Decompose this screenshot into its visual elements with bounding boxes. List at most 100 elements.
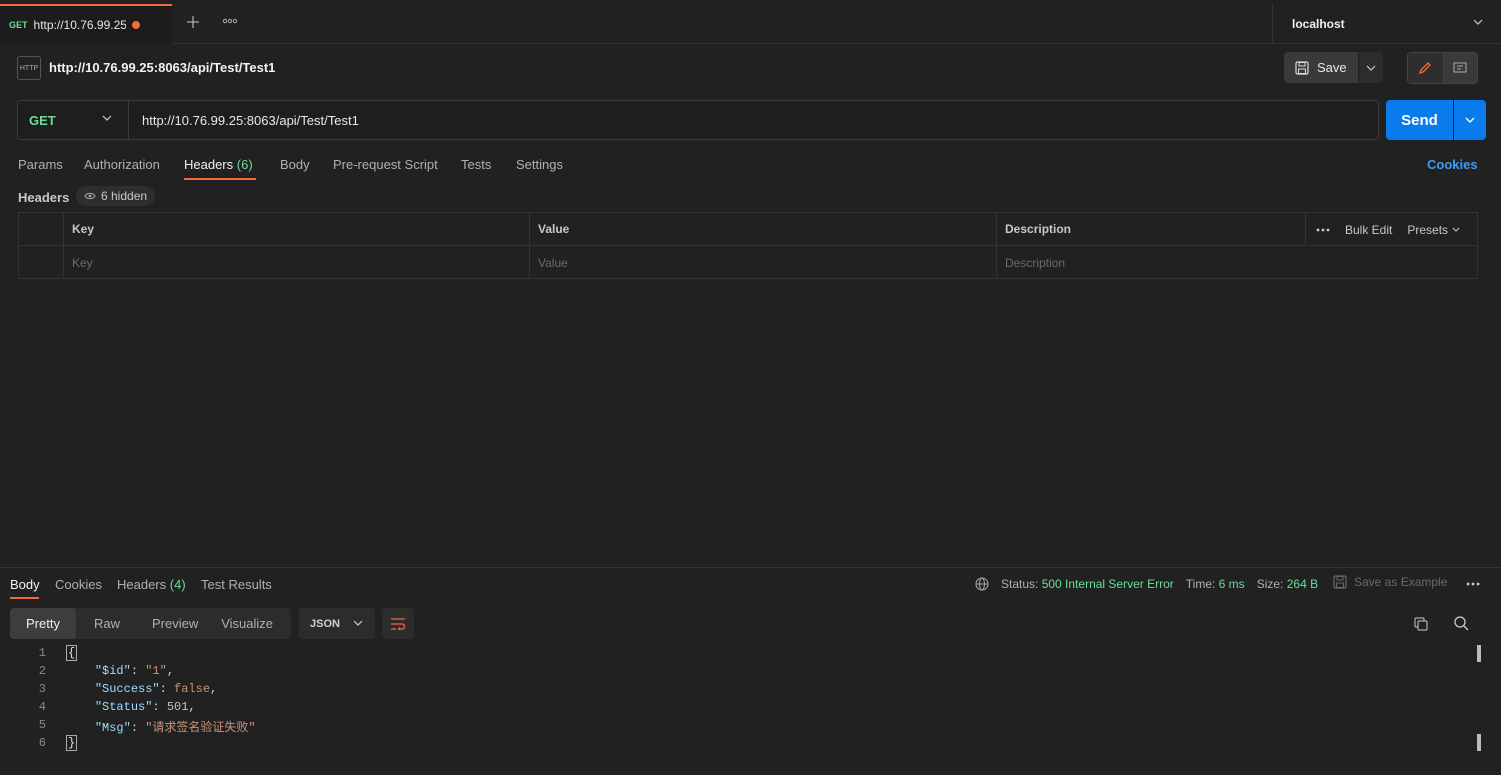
url-bar: GET bbox=[17, 100, 1379, 140]
cookies-link[interactable]: Cookies bbox=[1427, 157, 1478, 172]
request-title[interactable]: http://10.76.99.25:8063/api/Test/Test1 bbox=[49, 60, 275, 75]
tab-headers-label: Headers bbox=[184, 157, 234, 172]
chevron-down-icon bbox=[1465, 117, 1475, 123]
request-tab[interactable]: GET http://10.76.99.25:8063/api/Test/Tes… bbox=[0, 4, 172, 44]
value-input[interactable]: Value bbox=[530, 246, 997, 279]
line-number: 5 bbox=[38, 718, 46, 732]
tab-pre-request-script[interactable]: Pre-request Script bbox=[333, 157, 438, 172]
format-pretty[interactable]: Pretty bbox=[10, 608, 76, 639]
tab-headers[interactable]: Headers (6) bbox=[184, 157, 253, 172]
json-comma: , bbox=[210, 682, 218, 696]
response-meta: Status: 500 Internal Server Error Time: … bbox=[975, 577, 1318, 591]
tab-body[interactable]: Body bbox=[280, 157, 310, 172]
response-tab-cookies[interactable]: Cookies bbox=[55, 577, 102, 592]
search-icon[interactable] bbox=[1454, 616, 1469, 631]
response-tab-test-results[interactable]: Test Results bbox=[201, 577, 272, 592]
json-value: 501 bbox=[166, 700, 189, 714]
tab-params[interactable]: Params bbox=[18, 157, 63, 172]
column-key: Key bbox=[64, 213, 530, 246]
url-input[interactable] bbox=[129, 101, 1378, 139]
scrollbar-thumb[interactable] bbox=[1477, 645, 1481, 662]
code-line: } bbox=[66, 735, 78, 751]
new-tab-plus-icon[interactable] bbox=[186, 15, 200, 29]
more-options-icon[interactable] bbox=[1316, 228, 1330, 232]
code-line: "Msg": "请求签名验证失败" bbox=[94, 721, 256, 735]
tab-settings[interactable]: Settings bbox=[516, 157, 563, 172]
hidden-count: 6 hidden bbox=[101, 189, 148, 203]
send-options-button[interactable] bbox=[1454, 100, 1486, 140]
active-response-tab-indicator bbox=[10, 597, 39, 599]
response-more-icon[interactable] bbox=[1466, 582, 1480, 586]
method-label: GET bbox=[29, 112, 56, 128]
format-raw[interactable]: Raw bbox=[76, 608, 131, 639]
key-input[interactable]: Key bbox=[64, 246, 530, 279]
json-value: "1" bbox=[145, 664, 167, 678]
presets-dropdown[interactable]: Presets bbox=[1407, 223, 1460, 237]
json-comma: , bbox=[166, 664, 175, 678]
json-value: "请求签名验证失败" bbox=[145, 721, 256, 735]
json-key: "Msg" bbox=[94, 721, 131, 735]
line-number: 1 bbox=[38, 646, 46, 660]
http-badge-text: HTTP bbox=[19, 64, 39, 72]
code-line: { bbox=[66, 645, 78, 661]
line-number: 4 bbox=[38, 700, 46, 714]
comment-icon bbox=[1453, 62, 1467, 72]
line-number: 2 bbox=[38, 664, 46, 678]
environment-selector[interactable]: localhost bbox=[1272, 4, 1501, 44]
response-tab-headers-label: Headers bbox=[117, 577, 167, 592]
column-description: Description bbox=[997, 213, 1306, 246]
status-label: Status: bbox=[1001, 577, 1039, 591]
response-tab-body[interactable]: Body bbox=[10, 577, 40, 592]
method-select[interactable]: GET bbox=[18, 101, 129, 139]
tab-title: http://10.76.99.25:8063/api/Test/Test1 bbox=[33, 18, 126, 32]
unsaved-dot-icon bbox=[131, 21, 140, 29]
open-brace: { bbox=[66, 645, 78, 661]
tab-method: GET bbox=[9, 20, 28, 30]
save-options-button[interactable] bbox=[1359, 52, 1383, 83]
presets-label: Presets bbox=[1407, 222, 1449, 237]
save-as-example-button[interactable]: Save as Example bbox=[1333, 575, 1447, 589]
checkbox-column bbox=[19, 213, 64, 246]
status-value[interactable]: 500 Internal Server Error bbox=[1042, 577, 1174, 591]
eye-icon bbox=[84, 192, 96, 200]
edit-mode-button[interactable] bbox=[1408, 53, 1444, 83]
wrap-lines-button[interactable] bbox=[382, 608, 414, 639]
mode-toggle bbox=[1407, 52, 1478, 84]
tab-bar: GET http://10.76.99.25:8063/api/Test/Tes… bbox=[0, 0, 1501, 44]
active-tab-indicator bbox=[184, 178, 256, 180]
time-value[interactable]: 6 ms bbox=[1219, 577, 1245, 591]
more-tabs-icon[interactable] bbox=[222, 18, 238, 24]
wrap-icon bbox=[391, 617, 406, 630]
size-value[interactable]: 264 B bbox=[1287, 577, 1318, 591]
comment-mode-button[interactable] bbox=[1443, 53, 1477, 83]
headers-table: Key Value Description Bulk Edit Presets … bbox=[18, 212, 1478, 279]
tab-authorization[interactable]: Authorization bbox=[84, 157, 160, 172]
code-line: "Status": 501, bbox=[94, 700, 196, 714]
format-preview[interactable]: Preview bbox=[131, 608, 209, 639]
save-button[interactable]: Save bbox=[1284, 52, 1358, 83]
tab-tests[interactable]: Tests bbox=[461, 157, 491, 172]
json-key: "$id" bbox=[94, 664, 131, 678]
save-label: Save bbox=[1317, 60, 1347, 75]
tab-headers-count: (6) bbox=[236, 157, 253, 172]
line-number: 6 bbox=[38, 736, 46, 750]
chevron-down-icon bbox=[1473, 19, 1483, 25]
description-input[interactable]: Description bbox=[997, 246, 1477, 279]
send-button[interactable]: Send bbox=[1386, 100, 1453, 140]
globe-icon[interactable] bbox=[975, 577, 989, 591]
headers-section-label: Headers bbox=[18, 190, 70, 205]
bulk-edit-button[interactable]: Bulk Edit bbox=[1345, 223, 1392, 237]
response-body-code[interactable]: 1 { 2 "$id": "1", 3 "Success": false, 4 … bbox=[0, 645, 1470, 775]
json-key: "Status" bbox=[94, 700, 153, 714]
chevron-down-icon bbox=[353, 620, 363, 626]
json-key: "Success" bbox=[94, 682, 160, 696]
format-visualize[interactable]: Visualize bbox=[209, 608, 284, 639]
hidden-headers-toggle[interactable]: 6 hidden bbox=[76, 186, 156, 206]
copy-icon[interactable] bbox=[1414, 617, 1428, 631]
language-select[interactable]: JSON bbox=[299, 608, 375, 639]
environment-name: localhost bbox=[1292, 17, 1345, 31]
pencil-icon bbox=[1419, 62, 1432, 75]
scrollbar-thumb[interactable] bbox=[1477, 734, 1481, 751]
save-as-example-label: Save as Example bbox=[1354, 575, 1448, 589]
response-tab-headers[interactable]: Headers (4) bbox=[117, 577, 186, 592]
